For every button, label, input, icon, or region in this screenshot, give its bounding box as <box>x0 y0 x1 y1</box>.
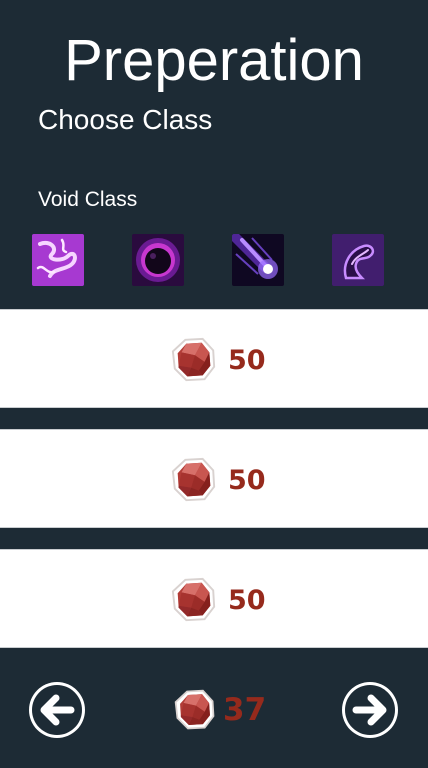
red-gem-icon <box>171 577 216 622</box>
currency-amount: 37 <box>223 692 267 728</box>
void-meteor-skill-icon[interactable] <box>232 234 284 286</box>
void-lightning-skill-icon[interactable] <box>32 234 84 286</box>
option-cost: 50 <box>228 464 266 496</box>
class-option-card[interactable]: 50 <box>0 309 428 408</box>
choose-class-heading: Choose Class <box>38 104 213 135</box>
option-price: 50 <box>170 456 266 504</box>
next-button[interactable] <box>340 680 400 740</box>
red-gem-icon <box>171 457 216 502</box>
arrow-right-icon <box>342 682 398 738</box>
class-option-card[interactable]: 50 <box>0 429 428 528</box>
skill-icon-row <box>0 234 428 286</box>
option-cost: 50 <box>228 344 266 376</box>
void-orb-skill-icon[interactable] <box>132 234 184 286</box>
arrow-left-icon <box>29 682 85 738</box>
red-gem-icon <box>174 689 215 730</box>
option-price: 50 <box>170 336 266 384</box>
footer-bar: 37 <box>0 648 428 768</box>
option-price: 50 <box>170 576 266 624</box>
page-title: Preperation <box>64 28 364 93</box>
class-option-card[interactable]: 50 <box>0 549 428 648</box>
class-name-label: Void Class <box>38 188 138 211</box>
red-gem-icon <box>171 337 216 382</box>
void-claw-skill-icon[interactable] <box>332 234 384 286</box>
currency-display: 37 <box>173 688 266 732</box>
back-button[interactable] <box>27 680 87 740</box>
option-cost: 50 <box>228 584 266 616</box>
